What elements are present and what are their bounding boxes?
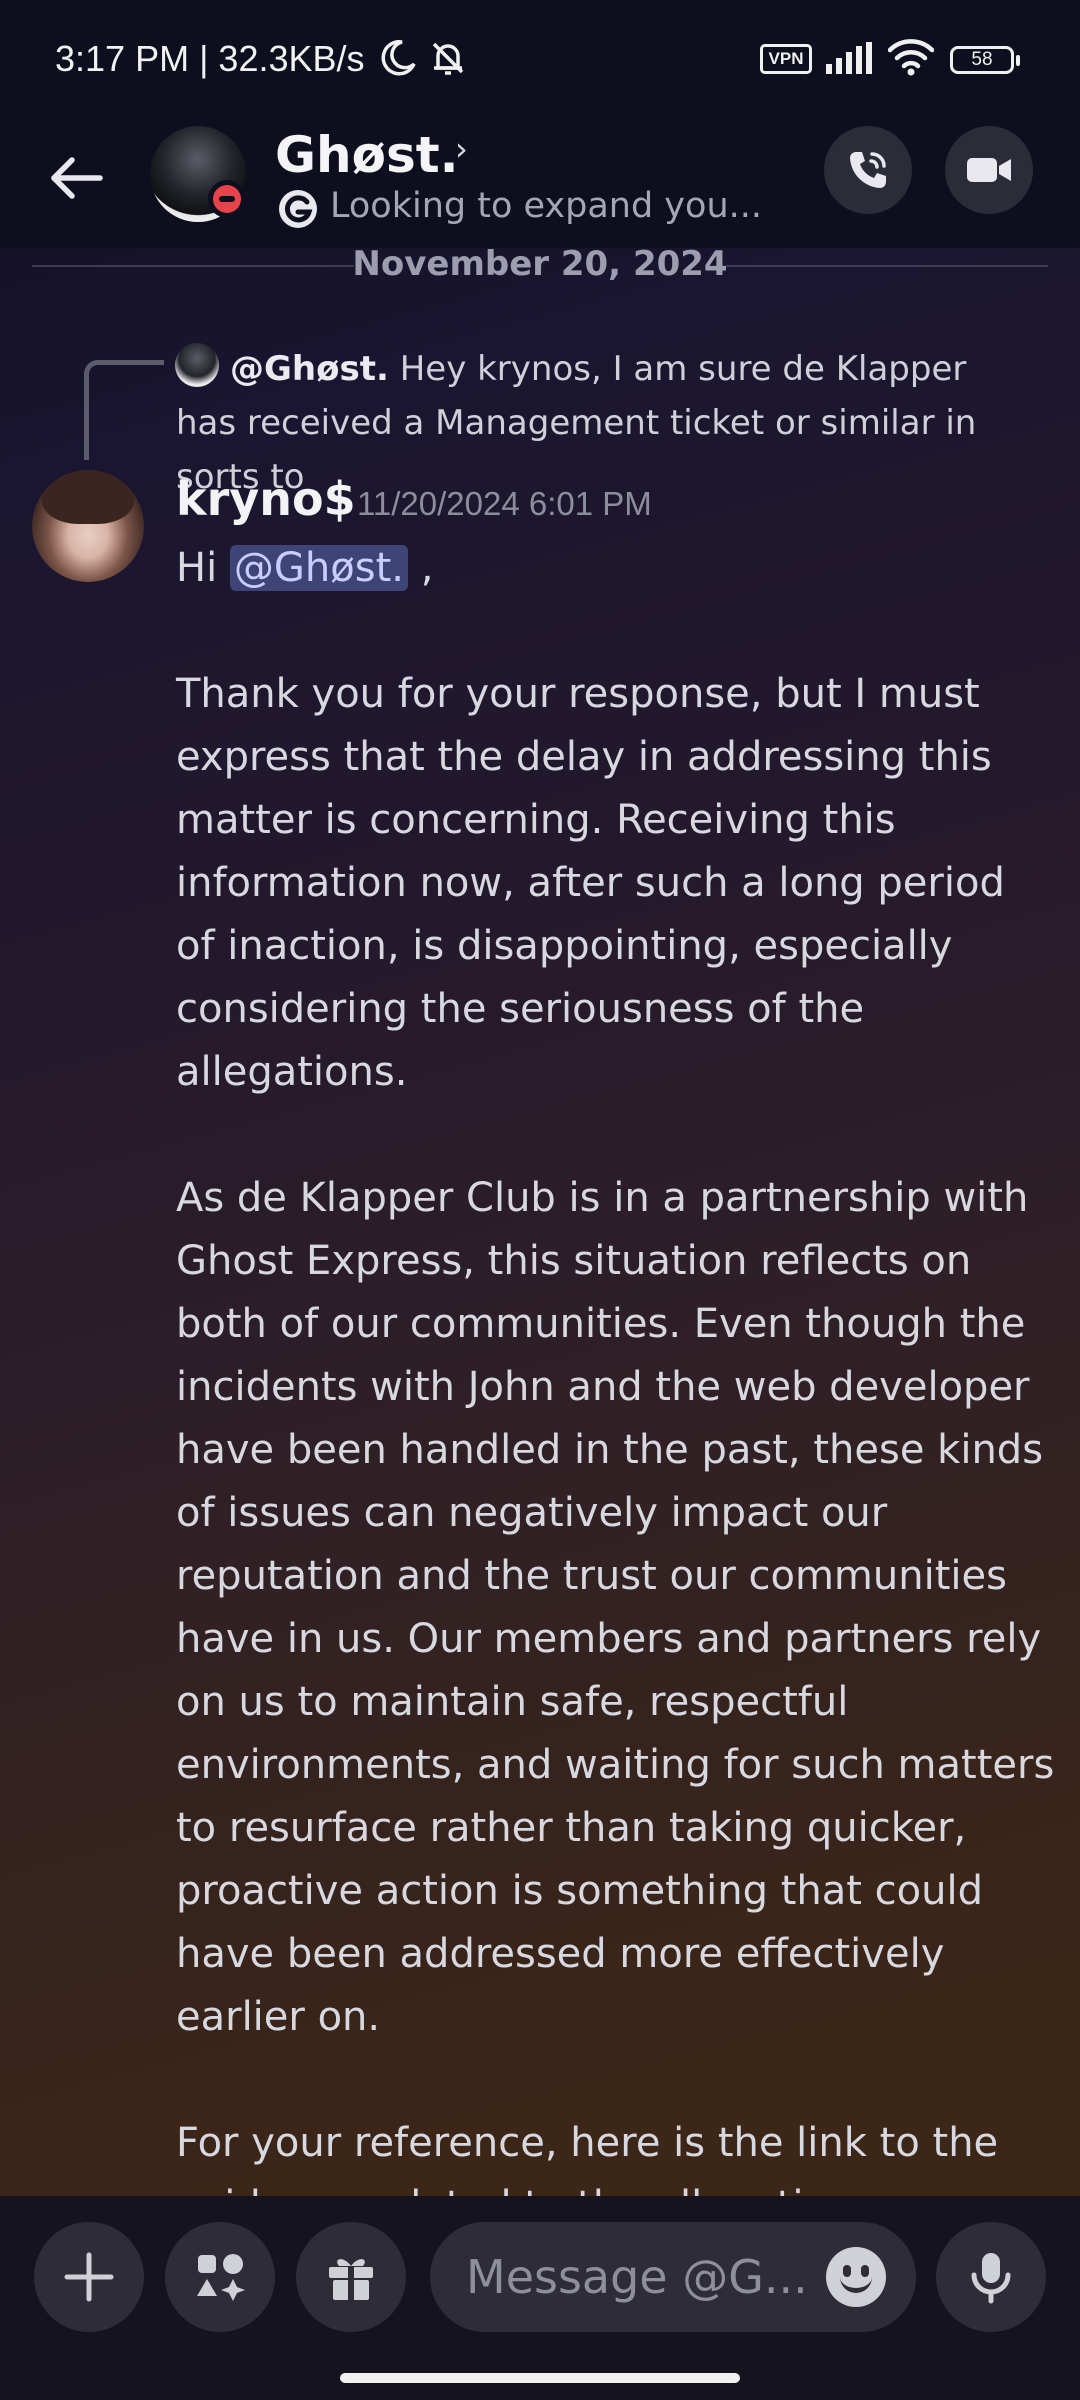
- reply-author: @Ghøst.: [230, 349, 389, 389]
- contact-name[interactable]: Ghøst.: [275, 126, 459, 184]
- message-author[interactable]: kryno$: [176, 472, 356, 526]
- user-mention[interactable]: @Ghøst.: [229, 545, 408, 591]
- status-bar: 3:17 PM | 32.3KB/s VPN 58: [0, 0, 1080, 120]
- voice-message-button[interactable]: [936, 2222, 1046, 2332]
- divider-line-right: [726, 265, 1048, 267]
- custom-status-text: Looking to expand you...: [330, 186, 762, 226]
- message-paragraph-2: As de Klapper Club is in a partnership w…: [176, 1175, 1055, 2040]
- chat-header: Ghøst. › Looking to expand you...: [0, 120, 1080, 248]
- greeting-prefix: Hi: [176, 545, 218, 591]
- video-camera-icon: [967, 158, 1011, 182]
- dnd-status-icon: [208, 180, 246, 218]
- microphone-icon: [971, 2253, 1011, 2304]
- gift-button[interactable]: [296, 2222, 406, 2332]
- message-paragraph-1: Thank you for your response, but I must …: [176, 671, 1005, 1095]
- moon-icon: [381, 40, 416, 76]
- apps-icon: [197, 2254, 245, 2301]
- greeting-suffix: ,: [420, 545, 434, 591]
- wifi-icon: [888, 39, 934, 76]
- phone-call-icon: [850, 152, 886, 188]
- gift-icon: [329, 2259, 373, 2300]
- status-time: 3:17 PM | 32.3KB/s: [55, 38, 365, 79]
- back-arrow-icon[interactable]: [42, 142, 114, 214]
- battery-icon: 58: [950, 46, 1020, 74]
- chevron-right-icon[interactable]: ›: [455, 130, 468, 168]
- reply-avatar: [175, 343, 219, 387]
- vpn-badge: VPN: [760, 44, 812, 74]
- message-body[interactable]: Hi @Ghøst. , Thank you for your response…: [176, 537, 1056, 2238]
- voice-call-button[interactable]: [824, 126, 912, 214]
- home-indicator[interactable]: [340, 2373, 740, 2383]
- message-timestamp: 11/20/2024 6:01 PM: [357, 485, 652, 522]
- signal-icon: [826, 42, 872, 74]
- message-author-avatar[interactable]: [32, 470, 144, 582]
- emoji-icon[interactable]: [826, 2247, 886, 2307]
- date-divider-text: November 20, 2024: [352, 244, 728, 284]
- bell-off-icon: [432, 42, 464, 75]
- add-attachment-button[interactable]: [34, 2222, 144, 2332]
- custom-status-icon: [279, 190, 317, 228]
- message-input-bar: [0, 2196, 1080, 2400]
- message-greeting: Hi @Ghøst. ,: [176, 537, 1056, 600]
- message-input[interactable]: [466, 2244, 826, 2310]
- plus-icon: [64, 2252, 114, 2302]
- apps-button[interactable]: [165, 2222, 275, 2332]
- date-divider: November 20, 2024: [32, 244, 1048, 290]
- reply-spine: [84, 360, 164, 460]
- message-input-container: [430, 2222, 916, 2332]
- video-call-button[interactable]: [945, 126, 1033, 214]
